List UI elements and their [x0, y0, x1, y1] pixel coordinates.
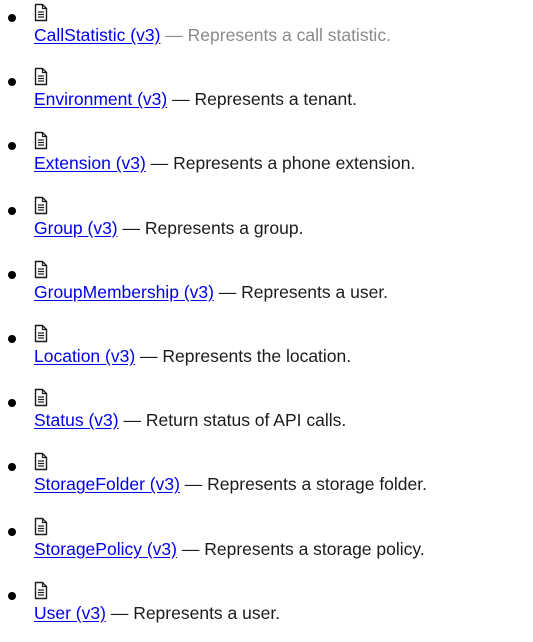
list-item: Group (v3) — Represents a group. [0, 196, 533, 257]
item-link[interactable]: Extension (v3) [34, 153, 146, 173]
item-line: GroupMembership (v3) — Represents a user… [34, 281, 533, 303]
document-icon [34, 3, 48, 22]
list-item: Status (v3) — Return status of API calls… [0, 388, 533, 449]
document-icon [34, 324, 48, 343]
item-link[interactable]: StorageFolder (v3) [34, 474, 180, 494]
item-description: — Represents a call statistic. [165, 25, 391, 45]
item-line: Group (v3) — Represents a group. [34, 217, 533, 239]
document-icon [34, 452, 48, 471]
document-icon [34, 517, 48, 536]
list-item: Extension (v3) — Represents a phone exte… [0, 131, 533, 192]
item-line: StoragePolicy (v3) — Represents a storag… [34, 538, 533, 560]
list-item: StorageFolder (v3) — Represents a storag… [0, 452, 533, 513]
item-link[interactable]: Environment (v3) [34, 89, 167, 109]
list-item: CallStatistic (v3) — Represents a call s… [0, 3, 533, 64]
item-link[interactable]: Status (v3) [34, 410, 119, 430]
document-icon [34, 131, 48, 150]
item-description: — Represents a phone extension. [150, 153, 416, 174]
item-description: — Return status of API calls. [123, 410, 347, 431]
item-line: Status (v3) — Return status of API calls… [34, 409, 533, 431]
list-item: User (v3) — Represents a user. [0, 581, 533, 642]
resource-list: CallStatistic (v3) — Represents a call s… [0, 3, 533, 642]
item-description: — Represents a tenant. [172, 89, 357, 110]
list-item: Location (v3) — Represents the location. [0, 324, 533, 385]
item-line: Environment (v3) — Represents a tenant. [34, 88, 533, 110]
document-icon [34, 581, 48, 600]
document-icon [34, 196, 48, 215]
item-line: CallStatistic (v3) — Represents a call s… [34, 24, 533, 46]
item-link[interactable]: CallStatistic (v3) [34, 25, 160, 45]
list-item: GroupMembership (v3) — Represents a user… [0, 260, 533, 321]
item-link[interactable]: GroupMembership (v3) [34, 282, 214, 302]
item-line: StorageFolder (v3) — Represents a storag… [34, 473, 533, 495]
item-description: — Represents the location. [140, 345, 352, 366]
list-item: StoragePolicy (v3) — Represents a storag… [0, 517, 533, 578]
item-link[interactable]: Location (v3) [34, 346, 135, 366]
document-icon [34, 67, 48, 86]
item-description: — Represents a group. [122, 217, 304, 238]
item-line: User (v3) — Represents a user. [34, 602, 533, 624]
item-description: — Represents a user. [110, 602, 281, 623]
item-line: Extension (v3) — Represents a phone exte… [34, 152, 533, 174]
document-icon [34, 388, 48, 407]
item-line: Location (v3) — Represents the location. [34, 345, 533, 367]
item-link[interactable]: User (v3) [34, 603, 106, 623]
item-description: — Represents a storage folder. [184, 474, 427, 495]
item-description: — Represents a storage policy. [181, 538, 425, 559]
item-link[interactable]: Group (v3) [34, 218, 118, 238]
list-item: Environment (v3) — Represents a tenant. [0, 67, 533, 128]
item-description: — Represents a user. [218, 281, 389, 302]
item-link[interactable]: StoragePolicy (v3) [34, 539, 177, 559]
document-icon [34, 260, 48, 279]
